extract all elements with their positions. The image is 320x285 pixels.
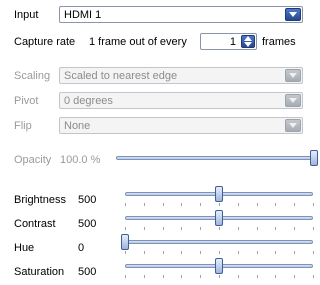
- input-label: Input: [14, 9, 39, 21]
- brightness-label: Brightness: [14, 194, 66, 206]
- opacity-value: 100.0 %: [60, 154, 101, 166]
- slider-track[interactable]: [125, 240, 313, 244]
- flip-value: None: [64, 120, 91, 132]
- slider-tick: [313, 227, 314, 230]
- slider-thumb[interactable]: [215, 258, 223, 274]
- hue-label: Hue: [14, 242, 35, 254]
- input-value: HDMI 1: [64, 9, 102, 21]
- slider-tick: [143, 275, 145, 278]
- slider-tick: [200, 203, 202, 206]
- capture-rate-spinbox[interactable]: 1: [200, 33, 257, 50]
- hue-value: 0: [78, 242, 85, 254]
- chevron-down-icon: [289, 73, 297, 78]
- saturation-label: Saturation: [14, 266, 65, 278]
- slider-tick: [275, 275, 277, 278]
- slider-tick: [313, 203, 314, 206]
- input-dropdown[interactable]: HDMI 1: [59, 6, 303, 23]
- slider-tick: [125, 275, 126, 278]
- slider-tick: [181, 251, 183, 254]
- spin-down-icon[interactable]: [244, 42, 252, 47]
- chevron-down-icon: [289, 123, 297, 128]
- slider-track[interactable]: [116, 156, 314, 160]
- scaling-dropdown-button[interactable]: [285, 69, 301, 82]
- scaling-dropdown[interactable]: Scaled to nearest edge: [59, 67, 303, 84]
- slider-tick: [181, 275, 183, 278]
- slider-tick: [294, 251, 296, 254]
- scaling-label: Scaling: [14, 70, 51, 82]
- pivot-value: 0 degrees: [64, 95, 113, 107]
- slider-tick: [162, 275, 164, 278]
- capture-rate-label: Capture rate: [14, 36, 76, 48]
- slider-tick: [125, 227, 126, 230]
- slider-tick: [143, 251, 145, 254]
- slider-tick: [256, 227, 258, 230]
- contrast-slider[interactable]: [121, 210, 317, 232]
- flip-dropdown[interactable]: None: [59, 117, 303, 134]
- contrast-label: Contrast: [14, 218, 56, 230]
- slider-tick: [125, 251, 126, 254]
- slider-tick: [162, 227, 164, 230]
- slider-tick: [275, 203, 277, 206]
- spin-up-icon[interactable]: [244, 36, 252, 41]
- slider-tick: [313, 275, 314, 278]
- slider-tick: [181, 227, 183, 230]
- slider-tick: [237, 203, 239, 206]
- slider-tick: [143, 227, 145, 230]
- slider-tick: [294, 203, 296, 206]
- brightness-slider[interactable]: [121, 186, 317, 208]
- saturation-value: 500: [78, 266, 97, 278]
- slider-thumb[interactable]: [310, 150, 318, 166]
- slider-tick: [275, 227, 277, 230]
- slider-tick: [256, 203, 258, 206]
- slider-tick: [237, 275, 239, 278]
- contrast-value: 500: [78, 218, 97, 230]
- slider-tick: [256, 251, 258, 254]
- slider-tick: [256, 275, 258, 278]
- spin-buttons[interactable]: [241, 35, 255, 48]
- chevron-down-icon: [289, 12, 297, 17]
- scaling-value: Scaled to nearest edge: [64, 70, 178, 82]
- flip-dropdown-button[interactable]: [285, 119, 301, 132]
- slider-tick: [200, 275, 202, 278]
- input-dropdown-button[interactable]: [285, 8, 301, 21]
- slider-tick: [313, 251, 314, 254]
- pivot-dropdown[interactable]: 0 degrees: [59, 92, 303, 109]
- slider-tick: [237, 251, 239, 254]
- slider-tick: [125, 203, 126, 206]
- slider-thumb[interactable]: [121, 234, 129, 250]
- slider-tick: [162, 251, 164, 254]
- flip-label: Flip: [14, 120, 32, 132]
- slider-tick: [181, 203, 183, 206]
- slider-thumb[interactable]: [215, 210, 223, 226]
- slider-tick: [143, 203, 145, 206]
- opacity-slider[interactable]: [112, 150, 318, 170]
- pivot-dropdown-button[interactable]: [285, 94, 301, 107]
- slider-tick: [200, 251, 202, 254]
- slider-tick: [294, 227, 296, 230]
- brightness-value: 500: [78, 194, 97, 206]
- slider-tick: [294, 275, 296, 278]
- slider-tick: [219, 203, 220, 206]
- slider-tick: [219, 275, 220, 278]
- pivot-label: Pivot: [14, 95, 39, 107]
- hue-slider[interactable]: [121, 234, 317, 256]
- capture-rate-suffix: frames: [262, 36, 296, 48]
- slider-tick: [162, 203, 164, 206]
- opacity-label: Opacity: [14, 154, 52, 166]
- capture-rate-value: 1: [229, 36, 236, 48]
- chevron-down-icon: [289, 98, 297, 103]
- slider-tick: [200, 227, 202, 230]
- slider-tick: [275, 251, 277, 254]
- saturation-slider[interactable]: [121, 258, 317, 280]
- capture-rate-prefix: 1 frame out of every: [89, 36, 187, 48]
- slider-tick: [219, 227, 220, 230]
- slider-thumb[interactable]: [215, 186, 223, 202]
- slider-tick: [237, 227, 239, 230]
- slider-tick: [219, 251, 220, 254]
